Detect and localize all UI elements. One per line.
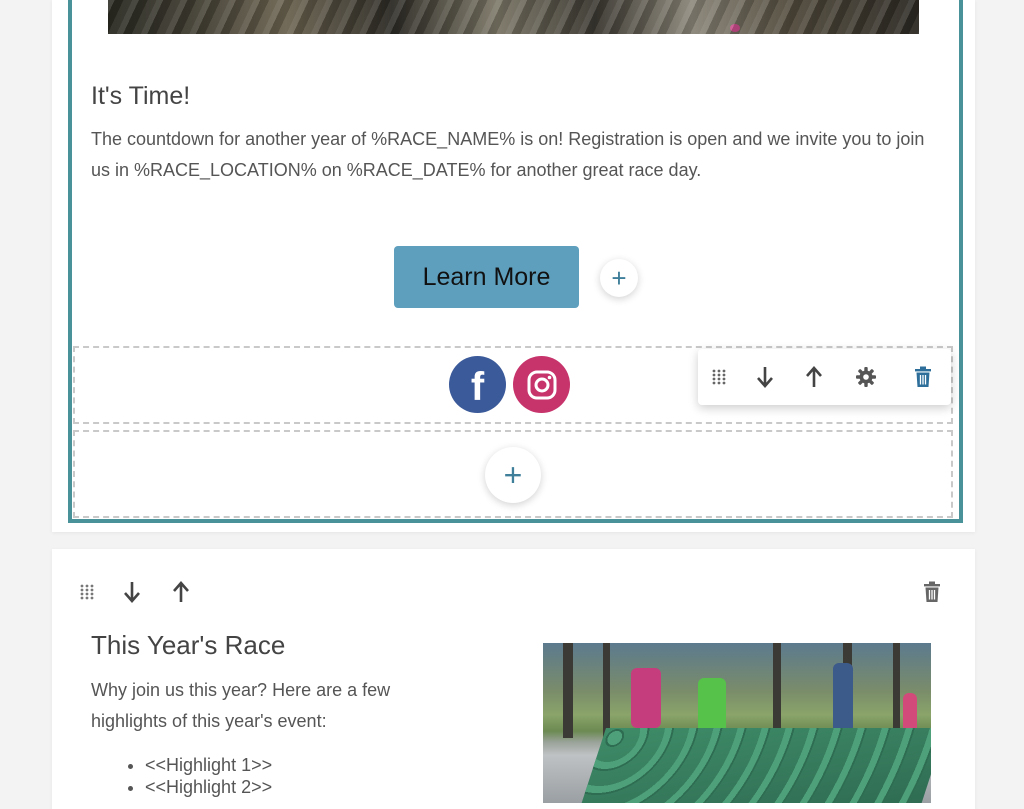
swimmer-cap <box>730 24 740 32</box>
runner <box>631 668 661 728</box>
facebook-glyph: f <box>470 364 485 409</box>
learn-more-button[interactable]: Learn More <box>394 246 579 308</box>
drag-handle-icon[interactable] <box>701 349 737 405</box>
arrow-down-icon[interactable] <box>117 577 147 607</box>
trash-icon[interactable] <box>905 349 941 405</box>
race-photo[interactable] <box>543 643 931 803</box>
section-body-text[interactable]: Why join us this year? Here are a few hi… <box>91 675 451 737</box>
list-item: <<Highlight 2>> <box>145 776 272 798</box>
instagram-glyph-icon <box>527 370 556 399</box>
list-item: <<Highlight 1>> <box>145 754 272 776</box>
drag-handle-icon[interactable] <box>72 577 102 607</box>
gear-icon[interactable] <box>848 349 884 405</box>
section-title[interactable]: This Year's Race <box>91 630 285 661</box>
tree-trunk <box>773 643 781 738</box>
block-title[interactable]: It's Time! <box>91 82 190 111</box>
arrow-up-icon[interactable] <box>796 349 832 405</box>
runner <box>903 693 917 733</box>
row-toolbar <box>698 349 951 405</box>
runner <box>833 663 853 733</box>
arrow-down-icon[interactable] <box>747 349 783 405</box>
water-cups <box>580 728 931 803</box>
add-element-button[interactable]: + <box>600 259 638 297</box>
add-row-button[interactable]: + <box>485 447 541 503</box>
runner <box>698 678 726 733</box>
tree-trunk <box>893 643 900 738</box>
facebook-icon[interactable]: f <box>449 356 506 413</box>
tree-trunk <box>603 643 610 738</box>
highlights-list[interactable]: <<Highlight 1>> <<Highlight 2>> <box>91 754 272 798</box>
tree-trunk <box>563 643 573 738</box>
block-body-text[interactable]: The countdown for another year of %RACE_… <box>91 124 931 186</box>
hero-image <box>108 0 919 34</box>
instagram-icon[interactable] <box>513 356 570 413</box>
trash-icon[interactable] <box>917 577 947 607</box>
arrow-up-icon[interactable] <box>166 577 196 607</box>
